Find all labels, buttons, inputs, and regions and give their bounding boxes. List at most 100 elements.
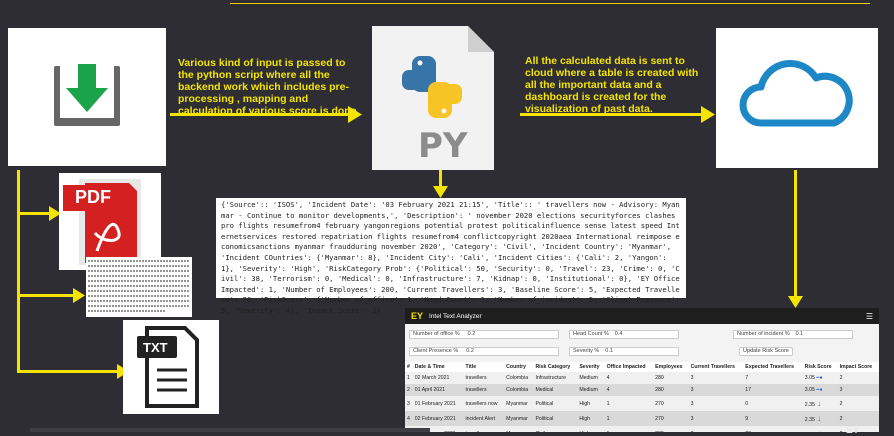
table-cell-sev: High [577,426,605,432]
incident-table: # Date & Time Title Country Risk Categor… [405,362,879,432]
script-to-cloud-caption: All the calculated data is sent to cloud… [525,55,699,115]
table-cell-emp: 280 [653,372,689,384]
text-lines-graphic [88,260,190,312]
trend-down-arrow-icon: ↓ [814,399,822,408]
txt-file-icon [137,326,199,408]
filter-number-of-incident[interactable]: Number of incident % 0.1 [733,329,853,339]
table-cell-title: travellers now [463,426,505,432]
text-document-thumbnail [86,257,192,317]
cloud-card [716,28,878,168]
table-cell-title: travellers [463,372,505,384]
table-cell-country: Colombia [504,384,534,396]
table-cell-date: 01 February 2021 [412,396,464,411]
table-cell-date: 01 April 2021 [412,384,464,396]
filter-client-presence[interactable]: Client Presence % 0.2 [409,346,559,356]
dashboard-header: EY Intel Text Analyzer ☰ [405,308,879,324]
table-cell-emp: 280 [653,384,689,396]
filter-severity[interactable]: Severity % 0.1 [569,346,679,356]
table-cell-cat: Civil [533,426,578,432]
table-cell-impact: 3 [837,384,879,396]
arrow-head-icon [701,106,715,123]
table-cell-office: 1 [604,396,654,411]
table-cell-country: Myanmar [504,426,534,432]
update-risk-score-button[interactable]: Update Risk Score [739,346,793,356]
table-cell-risk: 2.35 ↓ [802,396,838,411]
dashboard-title: Intel Text Analyzer [429,312,482,320]
branch-to-pdf [17,212,51,215]
table-cell-sev: Medium [577,384,605,396]
table-cell-exp: 7 [743,372,803,384]
table-cell-country: Colombia [504,372,534,384]
arrow-head-icon [788,296,803,308]
top-divider-line [230,3,870,4]
table-cell-cur: 3 [688,384,744,396]
table-cell-cur: 3 [688,411,744,426]
table-cell-risk: 3.05 ━● [802,384,838,396]
table-cell-office: 4 [604,384,654,396]
table-row[interactable]: 1 02 March 2021 travellers Colombia Infrastr… [405,372,879,384]
branch-to-txt [17,370,119,373]
pdf-label: PDF [75,187,111,207]
python-file-extension: PY [418,126,468,166]
filter-row-2: Client Presence % 0.2 Severity % 0.1 Updat… [405,341,879,358]
table-cell-n: 2 [405,384,413,396]
arrow-head-icon [73,288,85,303]
table-row[interactable]: 4 02 February 2021 incident Alert Myanmar Po… [405,411,879,426]
table-cell-title: incident Alert [463,411,505,426]
table-cell-title: travellers [463,384,505,396]
table-cell-cat: Infrastructure [533,372,578,384]
table-cell-office: 4 [604,372,654,384]
table-cell-risk: 3.05 ━● [802,372,838,384]
arrow-head-icon [433,186,448,198]
table-cell-country: Myanmar [504,396,534,411]
table-cell-sev: High [577,411,605,426]
trend-down-arrow-icon: ↓ [815,429,821,432]
arrow-input-to-script [170,113,352,116]
footer-faded-text [30,428,430,432]
filter-head-count[interactable]: Head Count % 0.4 [569,329,679,339]
table-cell-exp: 0 [743,396,803,411]
download-icon [54,64,120,126]
table-cell-n: 3 [405,396,413,411]
table-cell-emp: 270 [653,411,689,426]
table-row[interactable]: 503 February 2021travellers nowMyanmarCi… [405,426,879,432]
table-cell-cat: Political [533,411,578,426]
table-cell-sev: High [577,396,605,411]
footer-ey-logo: EY [846,425,860,436]
cloud-icon [739,59,853,127]
trend-line-icon: ━● [814,387,823,393]
txt-label: TXT [143,340,168,355]
table-cell-sev: Medium [577,372,605,384]
python-script-file: PY [372,26,494,170]
table-cell-impact: 2 [837,411,879,426]
table-row[interactable]: 3 01 February 2021 travellers now Myanmar Po… [405,396,879,411]
table-cell-cur: 3 [688,372,744,384]
menu-icon[interactable]: ☰ [860,312,879,321]
table-cell-exp: 9 [743,411,803,426]
table-cell-date: 02 February 2021 [412,411,464,426]
processed-output-text: {'Source':: 'ISOS', 'Incident Date': '03… [216,198,686,315]
input-connector-vertical [17,170,20,370]
table-cell-cur: 3 [688,426,744,432]
table-cell-n: 1 [405,372,413,384]
table-cell-office: 1 [604,426,654,432]
table-cell-impact: 2 [837,372,879,384]
table-cell-exp: 17 [743,384,803,396]
pdf-input-card: PDF [59,173,161,270]
table-cell-country: Myanmar [504,411,534,426]
arrow-script-to-cloud [520,113,704,116]
arrow-head-icon [348,106,362,123]
table-row[interactable]: 2 01 April 2021 travellers Colombia Medical M… [405,384,879,396]
txt-input-card: TXT [123,320,219,414]
trend-down-arrow-icon: ↓ [814,414,822,423]
filter-row-1: Number of office % 0.2 Head Count % 0.4 Nu… [405,324,879,341]
table-cell-cat: Medical [533,384,578,396]
table-header-row: # Date & Time Title Country Risk Categor… [405,362,879,372]
filter-number-of-office[interactable]: Number of office % 0.2 [409,329,559,339]
ey-logo: EY [411,311,424,321]
input-to-script-caption: Various kind of input is passed to the p… [178,57,357,117]
table-cell-n: 4 [405,411,413,426]
table-cell-cur: 3 [688,396,744,411]
download-input-card [8,28,166,166]
table-cell-emp: 270 [653,396,689,411]
